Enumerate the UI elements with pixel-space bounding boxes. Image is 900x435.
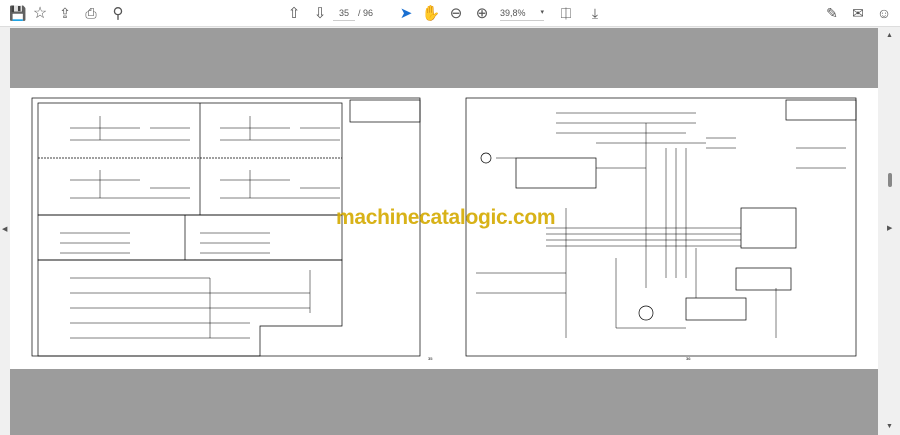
page-number-right: 36 (686, 356, 691, 361)
sign-icon[interactable]: ✎ (822, 4, 842, 22)
zoom-level-select[interactable]: 39,8% ▾ (500, 5, 544, 21)
collapse-left-arrow-icon[interactable]: ◀ (2, 225, 7, 233)
total-pages: / 96 (358, 8, 374, 18)
next-page-button[interactable]: ⇩ (310, 4, 330, 22)
scrollbar-thumb[interactable] (888, 173, 892, 187)
save-icon[interactable]: 💾 (8, 4, 28, 22)
print-icon[interactable]: ⎙ (81, 4, 101, 22)
page-number-left: 35 (428, 356, 433, 361)
bookmark-star-icon[interactable]: ☆ (30, 4, 50, 22)
toolbar: 💾 ☆ ⇪ ⎙ ⚲ ⇧ ⇩ 35 / 96 ➤ ✋ ⊖ ⊕ 39,8% ▾ ⎅ ⤓… (0, 0, 900, 27)
scroll-mode-icon[interactable]: ⤓ (585, 4, 605, 22)
zoom-in-button[interactable]: ⊕ (472, 4, 492, 22)
zoom-search-icon[interactable]: ⚲ (108, 4, 128, 22)
hand-icon[interactable]: ✋ (421, 4, 441, 22)
account-icon[interactable]: ☺ (874, 4, 894, 22)
upload-cloud-icon[interactable]: ⇪ (55, 4, 75, 22)
email-icon[interactable]: ✉ (848, 4, 868, 22)
chevron-down-icon: ▾ (540, 9, 544, 16)
vertical-scrollbar[interactable]: ▲ ▶ ▼ (880, 28, 900, 435)
scroll-up-arrow-icon[interactable]: ▲ (886, 32, 893, 39)
fit-page-icon[interactable]: ⎅ (556, 4, 576, 22)
zoom-out-button[interactable]: ⊖ (446, 4, 466, 22)
expand-right-arrow-icon[interactable]: ▶ (887, 224, 892, 232)
scroll-down-arrow-icon[interactable]: ▼ (886, 423, 893, 430)
watermark: machinecatalogic.com (336, 206, 556, 229)
prev-page-button[interactable]: ⇧ (284, 4, 304, 22)
zoom-level: 39,8% (500, 8, 526, 18)
document-viewer[interactable]: 35 36 (10, 28, 878, 435)
select-cursor-icon[interactable]: ➤ (396, 4, 416, 22)
page-number-input[interactable]: 35 (333, 5, 355, 21)
